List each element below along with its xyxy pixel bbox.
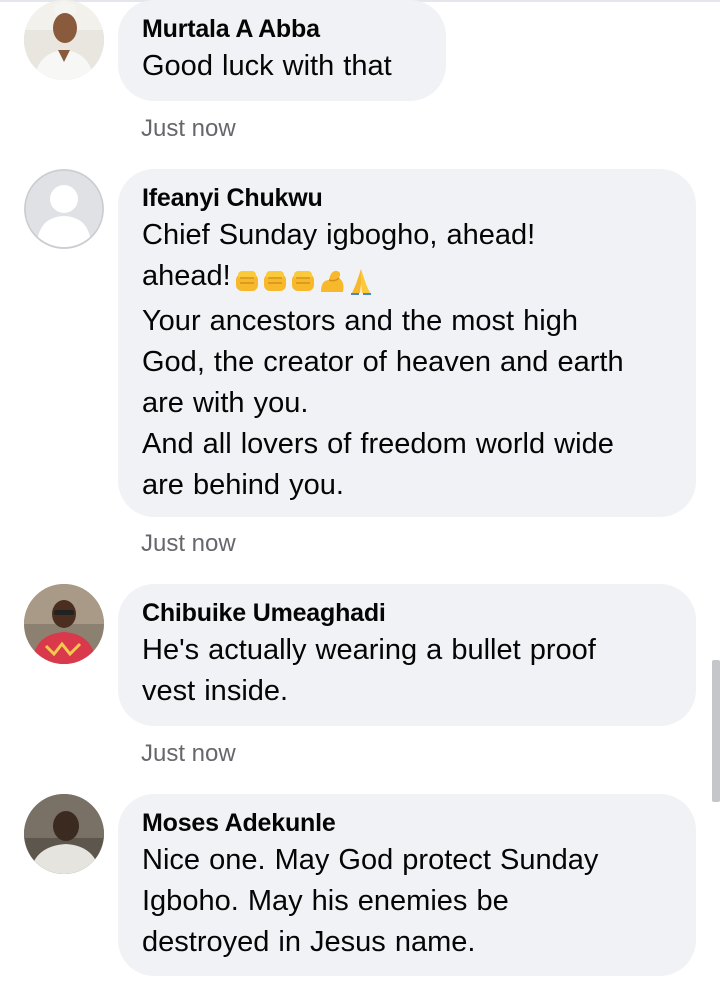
- comment-timestamp[interactable]: Just now: [141, 739, 236, 769]
- comment-author[interactable]: Moses Adekunle: [142, 806, 672, 840]
- default-profile-icon: [24, 169, 104, 249]
- user-photo-icon: [24, 0, 104, 80]
- comment-timestamp[interactable]: Just now: [141, 529, 236, 559]
- comment-text: Nice one. May God protect Sunday Igboho.…: [142, 844, 599, 958]
- comment-bubble[interactable]: Murtala A Abba Good luck with that: [118, 0, 446, 101]
- comment-text: He's actually wearing a bullet proof ves…: [142, 634, 596, 707]
- comment-text-line-1: Chief Sunday igbogho, ahead!: [142, 219, 536, 251]
- comment-bubble[interactable]: Moses Adekunle Nice one. May God protect…: [118, 794, 696, 976]
- user-photo-icon: [24, 794, 104, 874]
- comment-author[interactable]: Murtala A Abba: [142, 12, 422, 46]
- avatar[interactable]: [24, 794, 104, 874]
- raised-fist-emoji: [263, 271, 286, 292]
- avatar[interactable]: [24, 584, 104, 664]
- comment-bubble[interactable]: Chibuike Umeaghadi He's actually wearing…: [118, 584, 696, 726]
- comment-text-body: Your ancestors and the most high God, th…: [142, 305, 624, 501]
- avatar[interactable]: [24, 0, 104, 80]
- comment-text: Good luck with that: [142, 50, 392, 82]
- user-photo-icon: [24, 584, 104, 664]
- avatar[interactable]: [24, 169, 104, 249]
- comment-bubble[interactable]: Ifeanyi Chukwu Chief Sunday igbogho, ahe…: [118, 169, 696, 517]
- comment-author[interactable]: Chibuike Umeaghadi: [142, 596, 672, 630]
- comment-author[interactable]: Ifeanyi Chukwu: [142, 181, 672, 215]
- flexed-biceps-emoji: [320, 271, 344, 293]
- folded-hands-emoji: [350, 269, 371, 296]
- emoji-row: [233, 260, 375, 301]
- raised-fist-emoji: [291, 271, 314, 292]
- comment-timestamp[interactable]: Just now: [141, 114, 236, 144]
- comment-text-line-2: ahead!: [142, 256, 672, 301]
- scrollbar[interactable]: [712, 660, 720, 802]
- raised-fist-emoji: [235, 271, 258, 292]
- comment-text-ahead: ahead!: [142, 260, 231, 292]
